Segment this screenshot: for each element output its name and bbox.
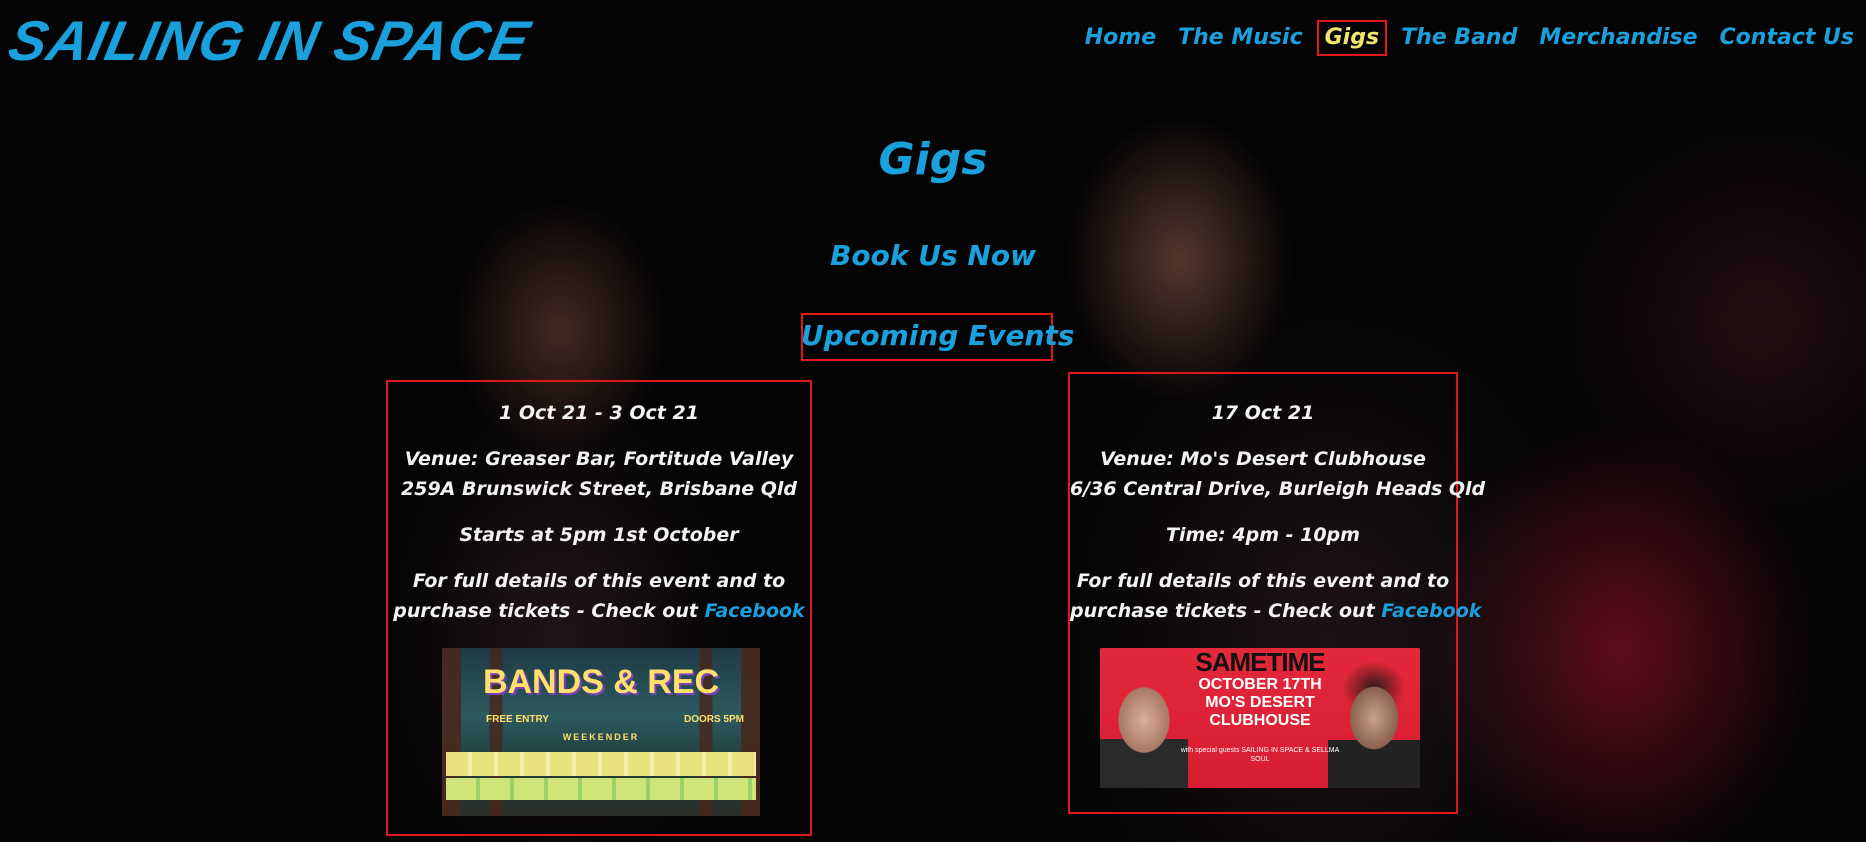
- event-date: 1 Oct 21 - 3 Oct 21: [499, 402, 699, 424]
- nav-contact-us[interactable]: Contact Us: [1714, 22, 1860, 54]
- event-address: 6/36 Central Drive, Burleigh Heads Qld: [1070, 478, 1486, 500]
- poster-venue-line-1: MO'S DESERT: [1205, 694, 1315, 711]
- background-photo: [0, 0, 1866, 842]
- event-poster[interactable]: SAMETIME OCTOBER 17TH MO'S DESERT CLUBHO…: [1100, 648, 1420, 788]
- event-card: 1 Oct 21 - 3 Oct 21 Venue: Greaser Bar, …: [386, 380, 812, 836]
- event-details-text-2: purchase tickets - Check out Facebook: [388, 596, 810, 626]
- poster-title: SAMETIME: [1195, 648, 1325, 677]
- poster-date-line: OCTOBER 17TH MO'S DESERT CLUBHOUSE: [1170, 676, 1350, 730]
- nav-the-band[interactable]: The Band: [1395, 22, 1523, 54]
- page-title: Gigs: [878, 134, 988, 185]
- event-address: 259A Brunswick Street, Brisbane Qld: [401, 478, 797, 500]
- book-us-now-link[interactable]: Book Us Now: [0, 238, 1866, 274]
- event-details-text: For full details of this event and to: [412, 570, 786, 592]
- event-venue: Venue: Mo's Desert Clubhouse: [1100, 448, 1426, 470]
- event-details-prefix: purchase tickets - Check out: [1070, 600, 1375, 622]
- event-details-text: For full details of this event and to: [1076, 570, 1450, 592]
- poster-guests: with special guests SAILING IN SPACE & S…: [1180, 747, 1340, 763]
- event-details-text-2: purchase tickets - Check out Facebook: [1070, 596, 1481, 626]
- poster-title: BANDS & REC: [482, 663, 720, 701]
- nav-home[interactable]: Home: [1079, 22, 1162, 54]
- poster-subtitle: WEEKENDER: [562, 732, 640, 742]
- event-venue: Venue: Greaser Bar, Fortitude Valley: [404, 448, 794, 470]
- poster-left-tag: FREE ENTRY: [486, 714, 549, 725]
- poster-lineup-2: [446, 778, 756, 800]
- nav-merchandise[interactable]: Merchandise: [1533, 22, 1703, 54]
- main-nav: Home The Music Gigs The Band Merchandise…: [1079, 20, 1860, 56]
- event-poster[interactable]: FREE ENTRY DOORS 5PM BANDS & REC WEEKEND…: [442, 648, 760, 816]
- poster-lineup: [446, 752, 756, 776]
- site-logo[interactable]: SAILING IN SPACE: [3, 8, 536, 74]
- event-time: Time: 4pm - 10pm: [1166, 524, 1360, 546]
- poster-venue-line-2: CLUBHOUSE: [1209, 712, 1311, 729]
- event-time: Starts at 5pm 1st October: [459, 524, 739, 546]
- event-details-prefix: purchase tickets - Check out: [393, 600, 698, 622]
- facebook-link[interactable]: Facebook: [705, 600, 805, 622]
- facebook-link[interactable]: Facebook: [1381, 600, 1481, 622]
- event-date: 17 Oct 21: [1211, 402, 1315, 424]
- event-card: 17 Oct 21 Venue: Mo's Desert Clubhouse 6…: [1068, 372, 1486, 814]
- upcoming-events-heading[interactable]: Upcoming Events: [801, 316, 1074, 356]
- nav-the-music[interactable]: The Music: [1172, 22, 1308, 54]
- poster-date: OCTOBER 17TH: [1198, 676, 1322, 693]
- nav-gigs[interactable]: Gigs: [1316, 20, 1388, 56]
- poster-right-tag: DOORS 5PM: [683, 714, 744, 725]
